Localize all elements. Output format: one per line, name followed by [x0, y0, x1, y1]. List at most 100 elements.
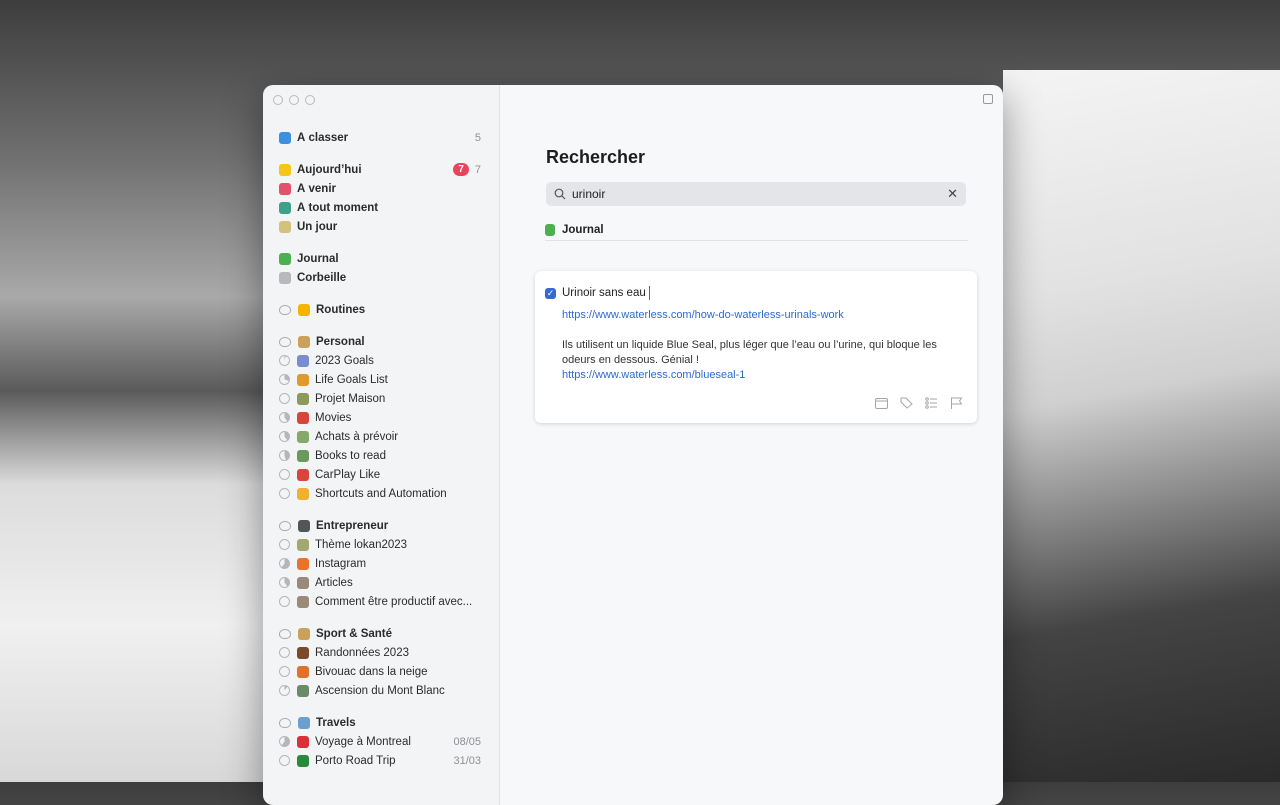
clear-search-icon[interactable]: ✕ [947, 186, 958, 202]
notes-link[interactable]: https://www.waterless.com/blueseal-1 [562, 369, 745, 381]
sidebar-item[interactable]: Corbeille [263, 268, 499, 287]
sidebar-item[interactable]: Journal [263, 249, 499, 268]
sidebar-project[interactable]: Achats à prévoir [263, 427, 499, 446]
progress-pie-icon [279, 577, 290, 588]
item-label: Books to read [315, 449, 386, 462]
item-label: Movies [315, 411, 352, 424]
area-icon [279, 520, 291, 531]
task-toolbar [875, 397, 963, 409]
item-label: Ascension du Mont Blanc [315, 684, 445, 697]
task-notes[interactable]: https://www.waterless.com/how-do-waterle… [562, 308, 962, 383]
sidebar-area[interactable]: Entrepreneur [263, 516, 499, 535]
deadline-date: 08/05 [453, 735, 481, 748]
sidebar-group: Routines [263, 300, 499, 319]
sidebar-group: Personal 2023 Goals Life Goals List Projet … [263, 332, 499, 503]
area-label: Entrepreneur [316, 519, 389, 532]
tag-icon[interactable] [900, 397, 913, 409]
picture-emoji [297, 538, 309, 551]
sidebar-project[interactable]: Movies [263, 408, 499, 427]
item-label: Life Goals List [315, 373, 388, 386]
sidebar-item[interactable]: Aujourd’hui 7 7 [263, 160, 499, 179]
sidebar-project[interactable]: Randonnées 2023 [263, 643, 499, 662]
progress-pie-icon [279, 374, 290, 385]
sidebar-project[interactable]: 2023 Goals [263, 351, 499, 370]
item-count: 5 [474, 131, 481, 144]
task-title[interactable]: Urinoir sans eau [562, 286, 650, 300]
progress-pie-icon [279, 431, 290, 442]
layers-icon [279, 201, 291, 214]
text-caret [648, 286, 650, 300]
sidebar-project[interactable]: Comment être productif avec... [263, 592, 499, 611]
minimize-window-button[interactable] [289, 95, 299, 105]
task-checkbox[interactable]: ✓ [545, 288, 556, 299]
money-emoji [297, 430, 309, 443]
task-card[interactable]: ✓ Urinoir sans eau https://www.waterless… [535, 271, 977, 423]
star-icon [279, 163, 291, 176]
technologist-emoji [298, 335, 310, 348]
progress-pie-icon [279, 539, 290, 550]
progress-pie-icon [279, 685, 290, 696]
sidebar-project[interactable]: Ascension du Mont Blanc [263, 681, 499, 700]
progress-pie-icon [279, 469, 290, 480]
progress-pie-icon [279, 736, 290, 747]
sidebar-project[interactable]: Books to read [263, 446, 499, 465]
sidebar-project[interactable]: Projet Maison [263, 389, 499, 408]
sidebar-area[interactable]: Personal [263, 332, 499, 351]
progress-pie-icon [279, 558, 290, 569]
flag-icon[interactable] [950, 397, 963, 409]
sidebar: À classer 5 Aujourd’hui 7 7 À venir À tout mom… [263, 85, 500, 805]
sidebar-project[interactable]: CarPlay Like [263, 465, 499, 484]
close-window-button[interactable] [273, 95, 283, 105]
sidebar-item[interactable]: À venir [263, 179, 499, 198]
search-input[interactable]: urinoir [572, 187, 605, 201]
main-panel: Rechercher urinoir ✕ Journal ✓ Urinoir s… [500, 85, 1003, 805]
sidebar-item[interactable]: Un jour [263, 217, 499, 236]
checklist-icon[interactable] [925, 397, 938, 409]
video-camera-emoji [298, 519, 310, 532]
books-emoji [297, 449, 309, 462]
sidebar-item[interactable]: À classer 5 [263, 128, 499, 147]
sidebar-area[interactable]: Routines [263, 300, 499, 319]
sidebar-group: À classer 5 [263, 128, 499, 147]
technologist-emoji [297, 595, 309, 608]
new-window-icon[interactable] [983, 94, 993, 104]
sidebar-item[interactable]: À tout moment [263, 198, 499, 217]
notes-text: Ils utilisent un liquide Blue Seal, plus… [562, 339, 937, 366]
sidebar-project[interactable]: Instagram [263, 554, 499, 573]
sidebar-project[interactable]: Thème lokan2023 [263, 535, 499, 554]
sidebar-project[interactable]: Life Goals List [263, 370, 499, 389]
app-window: À classer 5 Aujourd’hui 7 7 À venir À tout mom… [263, 85, 1003, 805]
area-label: Personal [316, 335, 365, 348]
item-label: À classer [297, 131, 349, 144]
item-count: 7 [474, 163, 481, 176]
airplane-emoji [298, 716, 310, 729]
item-label: Un jour [297, 220, 338, 233]
calendar-icon[interactable] [875, 397, 888, 409]
archive-box-icon [279, 220, 291, 233]
notes-link[interactable]: https://www.waterless.com/how-do-waterle… [562, 309, 844, 321]
rocket-emoji [297, 354, 309, 367]
sidebar-area[interactable]: Travels [263, 713, 499, 732]
nerd-face-emoji [297, 487, 309, 500]
sidebar-group: Travels Voyage à Montreal 08/05 Porto Road … [263, 713, 499, 770]
zoom-window-button[interactable] [305, 95, 315, 105]
search-field[interactable]: urinoir ✕ [546, 182, 966, 206]
sidebar-project[interactable]: Voyage à Montreal 08/05 [263, 732, 499, 751]
car-emoji [297, 468, 309, 481]
item-label: Instagram [315, 557, 367, 570]
section-label: Journal [562, 224, 604, 236]
mountain-emoji [297, 684, 309, 697]
item-label: À tout moment [297, 201, 379, 214]
sidebar-group: Journal Corbeille [263, 249, 499, 287]
sidebar-project[interactable]: Porto Road Trip 31/03 [263, 751, 499, 770]
sidebar-area[interactable]: Sport & Santé [263, 624, 499, 643]
sidebar-project[interactable]: Bivouac dans la neige [263, 662, 499, 681]
technologist-emoji [297, 576, 309, 589]
progress-pie-icon [279, 412, 290, 423]
search-icon [554, 188, 566, 200]
item-label: Journal [297, 252, 339, 265]
sidebar-project[interactable]: Articles [263, 573, 499, 592]
item-label: Corbeille [297, 271, 347, 284]
sidebar-project[interactable]: Shortcuts and Automation [263, 484, 499, 503]
item-label: Randonnées 2023 [315, 646, 409, 659]
